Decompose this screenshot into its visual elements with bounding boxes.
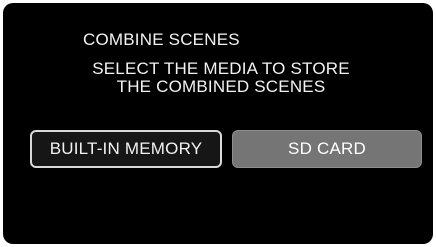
instruction-line-2: THE COMBINED SCENES [116,77,326,96]
built-in-memory-button[interactable]: BUILT-IN MEMORY [30,130,222,168]
instruction-line-1: SELECT THE MEDIA TO STORE [92,59,350,78]
camera-screen: COMBINE SCENES SELECT THE MEDIA TO STORE… [3,3,433,244]
instruction-message: SELECT THE MEDIA TO STORE THE COMBINED S… [3,60,433,96]
screen-title: COMBINE SCENES [83,30,240,49]
sd-card-button[interactable]: SD CARD [232,130,422,168]
